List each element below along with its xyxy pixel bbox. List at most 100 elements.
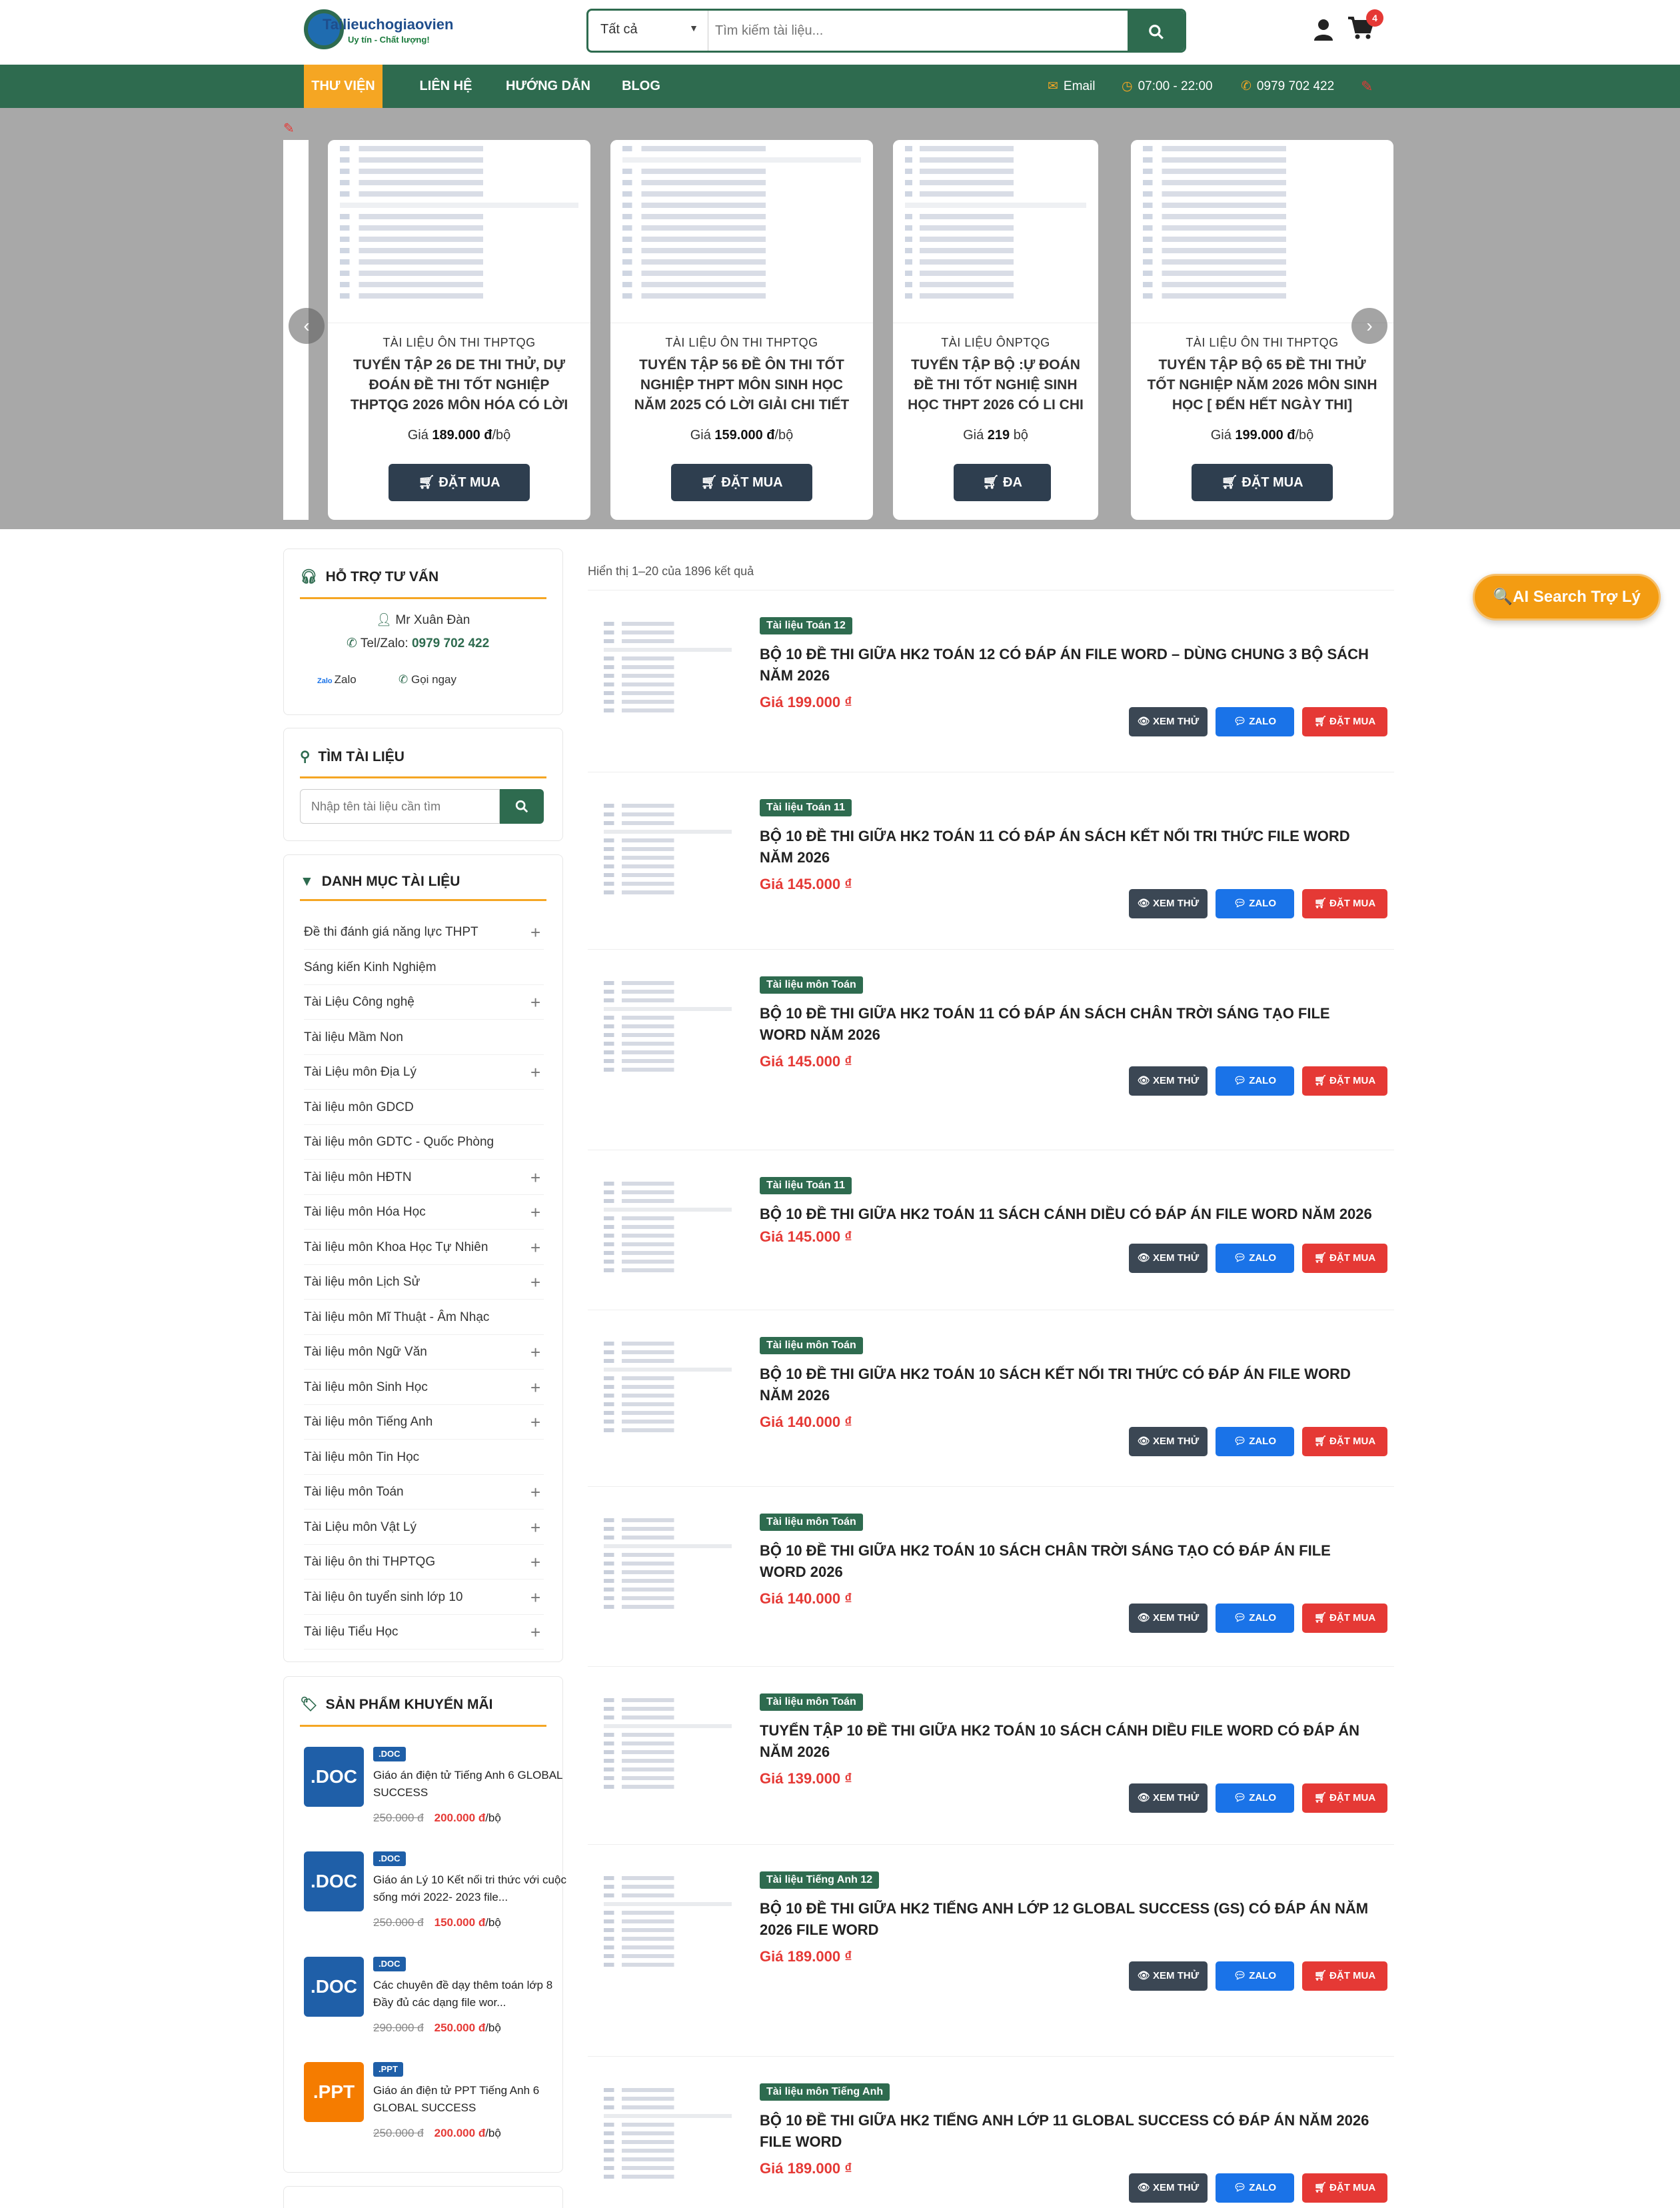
- plus-icon[interactable]: +: [530, 1580, 540, 1615]
- promo-item[interactable]: .DOC .DOC Giáo án điện tử Tiếng Anh 6 GLOB…: [304, 1747, 562, 1840]
- product-category-tag[interactable]: Tài liệu Tiếng Anh 12: [760, 1871, 880, 1889]
- zalo-button[interactable]: 💬︎ ZALO: [1216, 1604, 1294, 1633]
- product-thumbnail[interactable]: [601, 1514, 734, 1620]
- nav-phone[interactable]: ✆ 0979 702 422: [1241, 65, 1334, 108]
- order-button[interactable]: 🛒︎ ĐẶT MUA: [1302, 2173, 1387, 2203]
- search-button[interactable]: [1128, 11, 1184, 51]
- product-category-tag[interactable]: Tài liệu Toán 12: [760, 617, 852, 634]
- search-category-select[interactable]: Tất cả ▼: [588, 11, 708, 51]
- zalo-button[interactable]: 💬︎ ZALO: [1216, 2173, 1294, 2203]
- plus-icon[interactable]: +: [530, 1160, 540, 1195]
- support-phone[interactable]: ✆ Tel/Zalo: 0979 702 422: [347, 636, 489, 651]
- product-thumbnail[interactable]: [601, 1177, 734, 1284]
- nav-email[interactable]: ✉ Email: [1048, 65, 1095, 108]
- plus-icon[interactable]: +: [530, 1195, 540, 1230]
- product-title[interactable]: BỘ 10 ĐỀ THI GIỮA HK2 TOÁN 12 CÓ ĐÁP ÁN …: [760, 644, 1379, 686]
- category-item[interactable]: Tài liệu Mầm Non: [304, 1020, 544, 1055]
- order-button[interactable]: 🛒︎ ĐẶT MUA: [1302, 1961, 1387, 1991]
- category-item[interactable]: Tài liệu môn Hóa Học +: [304, 1195, 544, 1230]
- nav-item-huong-dan[interactable]: HƯỚNG DẪN: [500, 65, 596, 108]
- cart-button[interactable]: 4: [1347, 9, 1383, 43]
- category-item[interactable]: Tài liệu môn Khoa Học Tự Nhiên +: [304, 1230, 544, 1265]
- product-row[interactable]: Tài liệu Toán 11 BỘ 10 ĐỀ THI GIỮA HK2 TO…: [588, 1150, 1394, 1310]
- zalo-button[interactable]: 💬︎ ZALO: [1216, 1961, 1294, 1991]
- category-item[interactable]: Tài liệu môn Tiếng Anh +: [304, 1405, 544, 1440]
- order-button[interactable]: 🛒︎ ĐẶT MUA: [1302, 707, 1387, 736]
- promo-name[interactable]: Giáo án Lý 10 Kết nối tri thức với cuộc …: [373, 1871, 566, 1906]
- category-item[interactable]: Sáng kiến Kinh Nghiệm: [304, 950, 544, 985]
- product-thumbnail[interactable]: [601, 1871, 734, 1978]
- order-button[interactable]: 🛒︎ ĐẶT MUA: [1302, 1427, 1387, 1456]
- category-item[interactable]: Đề thi đánh giá năng lực THPT +: [304, 915, 544, 950]
- product-title[interactable]: BỘ 10 ĐỀ THI GIỮA HK2 TOÁN 11 CÓ ĐÁP ÁN …: [760, 1003, 1379, 1046]
- promo-item[interactable]: .PPT .PPT Giáo án điện tử PPT Tiếng Anh 6 …: [304, 2062, 557, 2155]
- card-title[interactable]: TUYỂN TẬP 26 DE THI THỬ, DỰ ĐOÁN ĐỀ THI …: [341, 355, 577, 415]
- plus-icon[interactable]: +: [530, 1335, 540, 1370]
- preview-button[interactable]: 👁︎ XEM THỬ: [1129, 1783, 1208, 1813]
- plus-icon[interactable]: +: [530, 1475, 540, 1510]
- preview-button[interactable]: 👁︎ XEM THỬ: [1129, 1604, 1208, 1633]
- product-title[interactable]: BỘ 10 ĐỀ THI GIỮA HK2 TOÁN 11 SÁCH CÁNH …: [760, 1204, 1379, 1225]
- preview-button[interactable]: 👁︎ XEM THỬ: [1129, 707, 1208, 736]
- user-icon[interactable]: [1313, 18, 1333, 42]
- product-category-tag[interactable]: Tài liệu môn Tiếng Anh: [760, 2083, 890, 2101]
- preview-button[interactable]: 👁︎ XEM THỬ: [1129, 1961, 1208, 1991]
- product-thumbnail[interactable]: [601, 1337, 734, 1444]
- product-thumbnail[interactable]: [601, 799, 734, 906]
- plus-icon[interactable]: +: [530, 915, 540, 950]
- promo-item[interactable]: .DOC .DOC Các chuyên đề dạy thêm toán lớp …: [304, 1957, 557, 2050]
- order-button[interactable]: 🛒︎ ĐẶT MUA: [1192, 464, 1333, 501]
- order-button[interactable]: 🛒︎ ĐẶT MUA: [1302, 1066, 1387, 1096]
- ai-search-button[interactable]: 🔍AI Search Trợ Lý: [1473, 574, 1661, 620]
- plus-icon[interactable]: +: [530, 1545, 540, 1580]
- promo-item[interactable]: .DOC .DOC Giáo án Lý 10 Kết nối tri thức v…: [304, 1851, 566, 1945]
- category-item[interactable]: Tài liệu môn Ngữ Văn +: [304, 1335, 544, 1370]
- category-item[interactable]: Tài liệu Tiểu Học +: [304, 1615, 544, 1650]
- product-row[interactable]: Tài liệu môn Toán BỘ 10 ĐỀ THI GIỮA HK2 T…: [588, 949, 1394, 1150]
- order-button[interactable]: 🛒︎ ĐẶT MUA: [389, 464, 530, 501]
- card-title[interactable]: TUYỂN TẬP BỘ 65 ĐỀ THI THỬ TỐT NGHIỆP NĂ…: [1144, 355, 1380, 415]
- product-title[interactable]: BỘ 10 ĐỀ THI GIỮA HK2 TOÁN 11 CÓ ĐÁP ÁN …: [760, 826, 1379, 868]
- carousel-card[interactable]: TÀI LIỆU ÔN THI THPTQG TUYỂN TẬP 26 DE T…: [328, 140, 590, 520]
- zalo-button[interactable]: 💬︎ ZALO: [1216, 889, 1294, 918]
- plus-icon[interactable]: +: [530, 1510, 540, 1545]
- search-input[interactable]: [715, 11, 1048, 51]
- plus-icon[interactable]: +: [530, 1230, 540, 1265]
- zalo-button[interactable]: 💬︎ ZALO: [1216, 1244, 1294, 1273]
- preview-button[interactable]: 👁︎ XEM THỬ: [1129, 1244, 1208, 1273]
- plus-icon[interactable]: +: [530, 985, 540, 1020]
- product-category-tag[interactable]: Tài liệu môn Toán: [760, 1337, 863, 1354]
- promo-name[interactable]: Các chuyên đề dạy thêm toán lớp 8 Đầy đủ…: [373, 1977, 566, 2011]
- category-item[interactable]: Tài liệu môn Lịch Sử +: [304, 1265, 544, 1300]
- product-thumbnail[interactable]: [601, 617, 734, 724]
- category-item[interactable]: Tài Liệu Công nghệ +: [304, 985, 544, 1020]
- product-category-tag[interactable]: Tài liệu môn Toán: [760, 1514, 863, 1531]
- order-button[interactable]: 🛒︎ ĐẶT MUA: [1302, 889, 1387, 918]
- carousel-card[interactable]: TÀI LIỆU ÔN THI THPTQG TUYỂN TẬP 56 ĐỀ Ô…: [610, 140, 873, 520]
- promo-name[interactable]: Giáo án điện tử Tiếng Anh 6 GLOBAL SUCCE…: [373, 1767, 566, 1801]
- zalo-button[interactable]: 💬︎ ZALO: [1216, 1427, 1294, 1456]
- category-item[interactable]: Tài liệu ôn thi THPTQG +: [304, 1545, 544, 1580]
- product-row[interactable]: Tài liệu Toán 11 BỘ 10 ĐỀ THI GIỮA HK2 TO…: [588, 772, 1394, 949]
- preview-button[interactable]: 👁︎ XEM THỬ: [1129, 889, 1208, 918]
- category-item[interactable]: Tài liệu môn GDCD: [304, 1090, 544, 1125]
- product-category-tag[interactable]: Tài liệu Toán 11: [760, 799, 852, 816]
- plus-icon[interactable]: +: [530, 1265, 540, 1300]
- product-title[interactable]: BỘ 10 ĐỀ THI GIỮA HK2 TIẾNG ANH LỚP 11 G…: [760, 2110, 1379, 2153]
- plus-icon[interactable]: +: [530, 1370, 540, 1405]
- product-title[interactable]: BỘ 10 ĐỀ THI GIỮA HK2 TOÁN 10 SÁCH CHÂN …: [760, 1540, 1379, 1583]
- plus-icon[interactable]: +: [530, 1055, 540, 1090]
- card-title[interactable]: TUYỂN TẬP BỘ :Ự ĐOÁN ĐỀ THI TỐT NGHIỆ SI…: [906, 355, 1085, 415]
- site-logo[interactable]: Tailieuchogiaovien Uy tín - Chất lượng!: [304, 9, 464, 53]
- category-item[interactable]: Tài Liệu môn Địa Lý +: [304, 1055, 544, 1090]
- zalo-button[interactable]: 💬︎ ZALO: [1216, 1066, 1294, 1096]
- nav-item-lien-he[interactable]: LIÊN HỆ: [405, 65, 486, 108]
- order-button[interactable]: 🛒︎ ĐẶT MUA: [1302, 1783, 1387, 1813]
- product-row[interactable]: Tài liệu môn Tiếng Anh BỘ 10 ĐỀ THI GIỮA …: [588, 2056, 1394, 2208]
- zalo-button[interactable]: 💬︎ ZALO: [1216, 707, 1294, 736]
- product-thumbnail[interactable]: [601, 976, 734, 1083]
- plus-icon[interactable]: +: [530, 1615, 540, 1650]
- product-thumbnail[interactable]: [601, 2083, 734, 2190]
- order-button[interactable]: 🛒︎ ĐẶT MUA: [1302, 1244, 1387, 1273]
- category-item[interactable]: Tài liệu môn GDTC - Quốc Phòng: [304, 1125, 544, 1160]
